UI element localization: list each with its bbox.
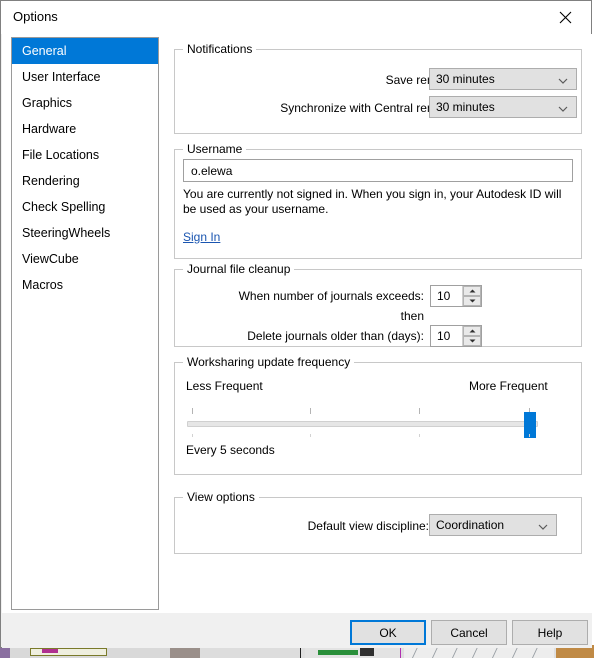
sidebar-item-user-interface[interactable]: User Interface bbox=[12, 64, 158, 90]
default-view-discipline-label: Default view discipline: bbox=[307, 519, 429, 533]
save-reminder-interval-dropdown[interactable]: 30 minutes bbox=[429, 68, 577, 90]
sidebar-item-macros[interactable]: Macros bbox=[12, 272, 158, 298]
dialog-footer: OK Cancel Help bbox=[2, 613, 592, 648]
view-options-group-legend: View options bbox=[183, 490, 259, 504]
journals-delete-label: Delete journals older than (days): bbox=[247, 329, 424, 343]
sidebar-item-label: Macros bbox=[22, 278, 63, 292]
journals-delete-stepper[interactable]: 10 bbox=[430, 325, 482, 347]
journals-exceeds-stepper[interactable]: 10 bbox=[430, 285, 482, 307]
journals-delete-value: 10 bbox=[437, 329, 451, 343]
slider-tick bbox=[310, 434, 311, 437]
notifications-group: Notifications bbox=[174, 42, 582, 134]
journal-cleanup-group-legend: Journal file cleanup bbox=[183, 262, 295, 276]
sidebar-item-rendering[interactable]: Rendering bbox=[12, 168, 158, 194]
slider-thumb[interactable] bbox=[524, 412, 536, 438]
sidebar-item-label: Rendering bbox=[22, 174, 80, 188]
sync-reminder-interval-dropdown[interactable]: 30 minutes bbox=[429, 96, 577, 118]
sidebar-item-label: ViewCube bbox=[22, 252, 79, 266]
dialog-titlebar: Options bbox=[1, 1, 591, 34]
username-group-legend: Username bbox=[183, 142, 247, 156]
sidebar-item-label: General bbox=[22, 44, 67, 58]
slider-less-frequent-label: Less Frequent bbox=[186, 379, 263, 393]
options-content-pane: Notifications Save reminder interval: 30… bbox=[169, 37, 582, 610]
dialog-body: General User Interface Graphics Hardware… bbox=[2, 34, 592, 613]
sidebar-item-label: File Locations bbox=[22, 148, 100, 162]
sync-reminder-interval-value: 30 minutes bbox=[436, 100, 495, 114]
sidebar-item-label: Graphics bbox=[22, 96, 73, 110]
slider-tick bbox=[529, 434, 530, 437]
sidebar-item-label: SteeringWheels bbox=[22, 226, 111, 240]
sidebar-item-hardware[interactable]: Hardware bbox=[12, 116, 158, 142]
sidebar-item-check-spelling[interactable]: Check Spelling bbox=[12, 194, 158, 220]
dialog-title: Options bbox=[13, 9, 58, 24]
stepper-buttons[interactable] bbox=[462, 286, 481, 306]
worksharing-frequency-group-legend: Worksharing update frequency bbox=[183, 355, 355, 369]
sidebar-item-label: Hardware bbox=[22, 122, 77, 136]
username-value: o.elewa bbox=[191, 164, 233, 178]
sidebar-item-general[interactable]: General bbox=[12, 38, 158, 64]
username-input[interactable]: o.elewa bbox=[183, 159, 573, 182]
slider-track[interactable] bbox=[187, 421, 538, 427]
notifications-group-legend: Notifications bbox=[183, 42, 257, 56]
journals-exceeds-value: 10 bbox=[437, 289, 451, 303]
save-reminder-interval-value: 30 minutes bbox=[436, 72, 495, 86]
sidebar-item-label: User Interface bbox=[22, 70, 101, 84]
sign-in-link[interactable]: Sign In bbox=[183, 230, 220, 244]
default-view-discipline-dropdown[interactable]: Coordination bbox=[429, 514, 557, 536]
chevron-down-icon bbox=[558, 75, 568, 85]
journal-then-label: then bbox=[400, 309, 424, 323]
chevron-down-icon bbox=[558, 103, 568, 113]
cancel-button[interactable]: Cancel bbox=[431, 620, 507, 645]
chevron-down-icon bbox=[538, 521, 548, 531]
slider-tick bbox=[192, 434, 193, 437]
default-view-discipline-value: Coordination bbox=[436, 518, 505, 532]
options-category-list[interactable]: General User Interface Graphics Hardware… bbox=[11, 37, 159, 610]
slider-tick bbox=[419, 408, 420, 414]
spin-up-arrow-icon[interactable] bbox=[463, 326, 481, 336]
spin-down-arrow-icon[interactable] bbox=[463, 296, 481, 306]
options-dialog: Options General User Interface Graphics … bbox=[0, 0, 592, 648]
slider-tick bbox=[192, 408, 193, 414]
slider-status-label: Every 5 seconds bbox=[186, 443, 275, 457]
ok-button[interactable]: OK bbox=[350, 620, 426, 645]
journals-exceeds-label: When number of journals exceeds: bbox=[238, 289, 424, 303]
spin-down-arrow-icon[interactable] bbox=[463, 336, 481, 346]
help-button[interactable]: Help bbox=[512, 620, 588, 645]
slider-tick bbox=[419, 434, 420, 437]
sidebar-item-graphics[interactable]: Graphics bbox=[12, 90, 158, 116]
sidebar-item-steeringwheels[interactable]: SteeringWheels bbox=[12, 220, 158, 246]
stepper-buttons[interactable] bbox=[462, 326, 481, 346]
spin-up-arrow-icon[interactable] bbox=[463, 286, 481, 296]
sidebar-item-viewcube[interactable]: ViewCube bbox=[12, 246, 158, 272]
username-help-text: You are currently not signed in. When yo… bbox=[183, 187, 562, 216]
slider-more-frequent-label: More Frequent bbox=[469, 379, 548, 393]
slider-tick bbox=[310, 408, 311, 414]
close-icon[interactable] bbox=[543, 3, 587, 32]
sidebar-item-file-locations[interactable]: File Locations bbox=[12, 142, 158, 168]
sidebar-item-label: Check Spelling bbox=[22, 200, 106, 214]
